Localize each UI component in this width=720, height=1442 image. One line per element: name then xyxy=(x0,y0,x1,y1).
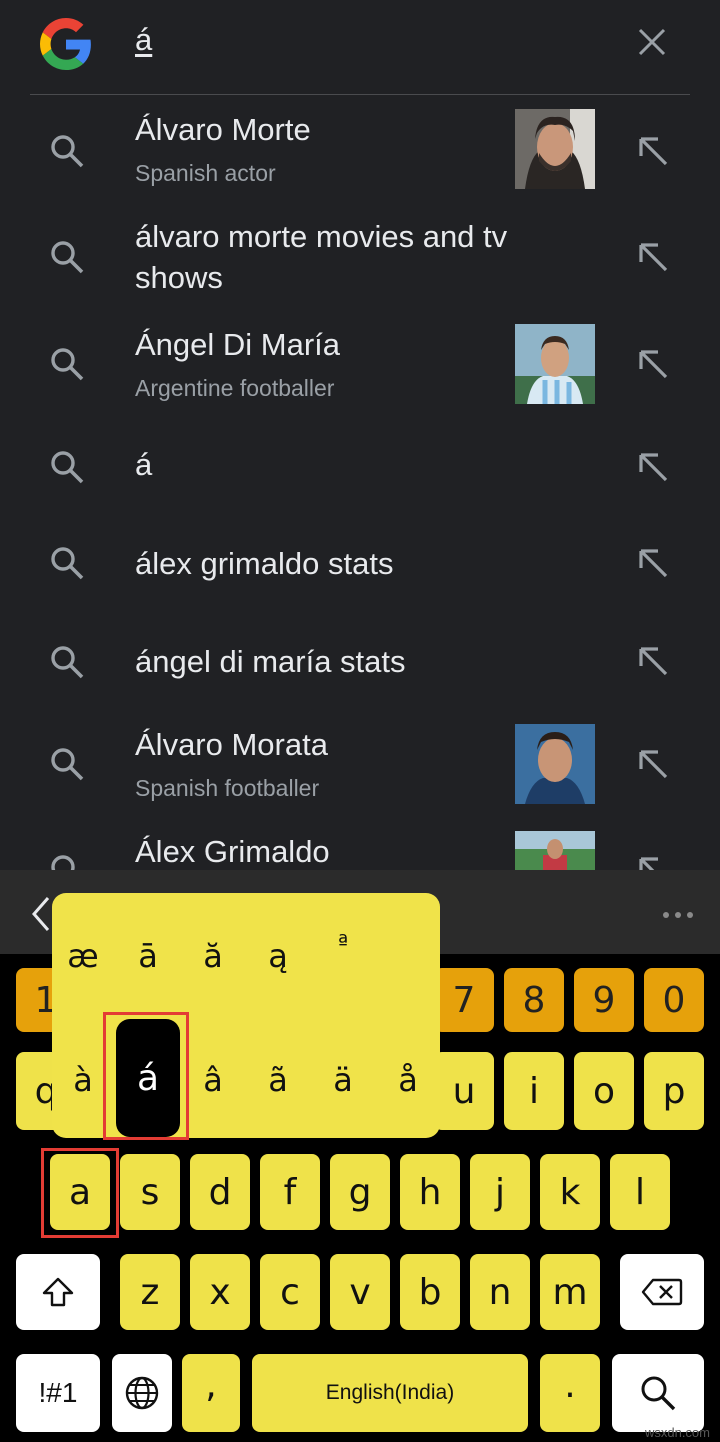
suggestion-subtitle: Spanish footballer xyxy=(135,775,320,801)
accent-option[interactable]: ä xyxy=(318,1061,368,1099)
accent-option[interactable]: ª xyxy=(318,931,368,956)
key-8[interactable]: 8 xyxy=(504,968,564,1032)
close-icon xyxy=(638,28,666,56)
suggestion-title: Álex Grimaldo xyxy=(135,834,330,869)
accent-option[interactable]: ă xyxy=(188,937,238,975)
suggestion-title: álex grimaldo stats xyxy=(135,546,394,581)
search-icon xyxy=(51,451,84,484)
person-thumbnail-image xyxy=(515,831,595,870)
suggestion-item[interactable]: Ángel Di María Argentine footballer xyxy=(0,315,720,420)
accent-option[interactable]: æ xyxy=(58,937,108,975)
suggestion-subtitle: Argentine footballer xyxy=(135,375,335,401)
accent-option[interactable]: ā xyxy=(123,937,173,975)
suggestion-title: ángel di maría stats xyxy=(135,644,406,679)
language-key[interactable] xyxy=(112,1354,172,1432)
accent-option[interactable]: â xyxy=(188,1061,238,1099)
suggestion-subtitle: Spanish actor xyxy=(135,160,276,186)
search-icon xyxy=(51,646,84,679)
accent-option[interactable]: à xyxy=(58,1061,108,1099)
key-h[interactable]: h xyxy=(400,1154,460,1230)
fill-query-arrow-icon[interactable] xyxy=(636,134,670,168)
suggestion-item[interactable]: Álvaro Morata Spanish footballer xyxy=(0,715,720,820)
space-key[interactable]: English(India) xyxy=(252,1354,528,1432)
search-icon xyxy=(51,855,75,870)
key-l[interactable]: l xyxy=(610,1154,670,1230)
key-s[interactable]: s xyxy=(120,1154,180,1230)
search-input[interactable]: á xyxy=(135,22,152,58)
suggestion-item[interactable]: álvaro morte movies and tv shows xyxy=(0,210,720,310)
fill-query-arrow-icon[interactable] xyxy=(636,546,670,580)
key-o[interactable]: o xyxy=(574,1052,634,1130)
key-m[interactable]: m xyxy=(540,1254,600,1330)
more-options-icon[interactable] xyxy=(660,910,696,920)
fill-query-arrow-icon[interactable] xyxy=(636,240,670,274)
person-thumbnail-image xyxy=(515,324,595,404)
search-bar: á xyxy=(0,0,720,95)
key-z[interactable]: z xyxy=(120,1254,180,1330)
search-icon xyxy=(51,748,84,781)
search-key[interactable] xyxy=(612,1354,704,1432)
chevron-left-icon[interactable] xyxy=(28,894,52,934)
key-i[interactable]: i xyxy=(504,1052,564,1130)
fill-query-arrow-icon[interactable] xyxy=(636,747,670,781)
search-icon xyxy=(51,241,84,274)
key-u[interactable]: u xyxy=(434,1052,494,1130)
key-k[interactable]: k xyxy=(540,1154,600,1230)
suggestion-item[interactable]: álex grimaldo stats xyxy=(0,520,720,610)
search-icon xyxy=(51,135,84,168)
fill-query-arrow-icon[interactable] xyxy=(636,347,670,381)
accent-option[interactable]: ã xyxy=(253,1061,303,1099)
symbols-key[interactable]: !#1 xyxy=(16,1354,100,1432)
watermark: wsxdn.com xyxy=(644,1425,710,1440)
fill-query-arrow-icon[interactable] xyxy=(636,854,670,870)
key-d[interactable]: d xyxy=(190,1154,250,1230)
key-f[interactable]: f xyxy=(260,1154,320,1230)
key-9[interactable]: 9 xyxy=(574,968,634,1032)
suggestion-title: Álvaro Morata xyxy=(135,727,328,762)
comma-key[interactable]: , xyxy=(182,1354,240,1432)
key-7[interactable]: 7 xyxy=(434,968,494,1032)
accent-option[interactable]: ą xyxy=(253,937,303,975)
suggestion-item[interactable]: Álex Grimaldo xyxy=(0,822,720,870)
suggestion-item[interactable]: ángel di maría stats xyxy=(0,617,720,707)
key-a-highlight xyxy=(41,1148,119,1238)
period-key[interactable]: . xyxy=(540,1354,600,1432)
key-b[interactable]: b xyxy=(400,1254,460,1330)
suggestion-item[interactable]: á xyxy=(0,425,720,510)
google-logo-icon xyxy=(40,18,91,70)
suggestion-item[interactable]: Álvaro Morte Spanish actor xyxy=(0,100,720,205)
person-thumbnail-image xyxy=(515,109,595,189)
suggestion-title: Ángel Di María xyxy=(135,327,341,362)
globe-icon xyxy=(125,1376,159,1410)
key-0[interactable]: 0 xyxy=(644,968,704,1032)
person-thumbnail-image xyxy=(515,724,595,804)
fill-query-arrow-icon[interactable] xyxy=(636,450,670,484)
suggestion-title: Álvaro Morte xyxy=(135,112,311,147)
search-icon xyxy=(641,1376,676,1411)
shift-key[interactable] xyxy=(16,1254,100,1330)
clear-search-button[interactable] xyxy=(630,22,674,62)
search-icon xyxy=(51,348,84,381)
suggestion-title: álvaro morte movies and tv shows xyxy=(135,219,508,295)
search-icon xyxy=(51,547,84,580)
key-x[interactable]: x xyxy=(190,1254,250,1330)
key-j[interactable]: j xyxy=(470,1154,530,1230)
key-c[interactable]: c xyxy=(260,1254,320,1330)
selected-accent-highlight xyxy=(103,1012,189,1140)
backspace-icon xyxy=(641,1278,683,1306)
key-p[interactable]: p xyxy=(644,1052,704,1130)
key-g[interactable]: g xyxy=(330,1154,390,1230)
shift-icon xyxy=(42,1277,74,1307)
accent-option[interactable]: å xyxy=(383,1061,433,1099)
key-v[interactable]: v xyxy=(330,1254,390,1330)
key-n[interactable]: n xyxy=(470,1254,530,1330)
fill-query-arrow-icon[interactable] xyxy=(636,644,670,678)
backspace-key[interactable] xyxy=(620,1254,704,1330)
divider xyxy=(30,94,690,95)
suggestion-title: á xyxy=(135,447,153,482)
